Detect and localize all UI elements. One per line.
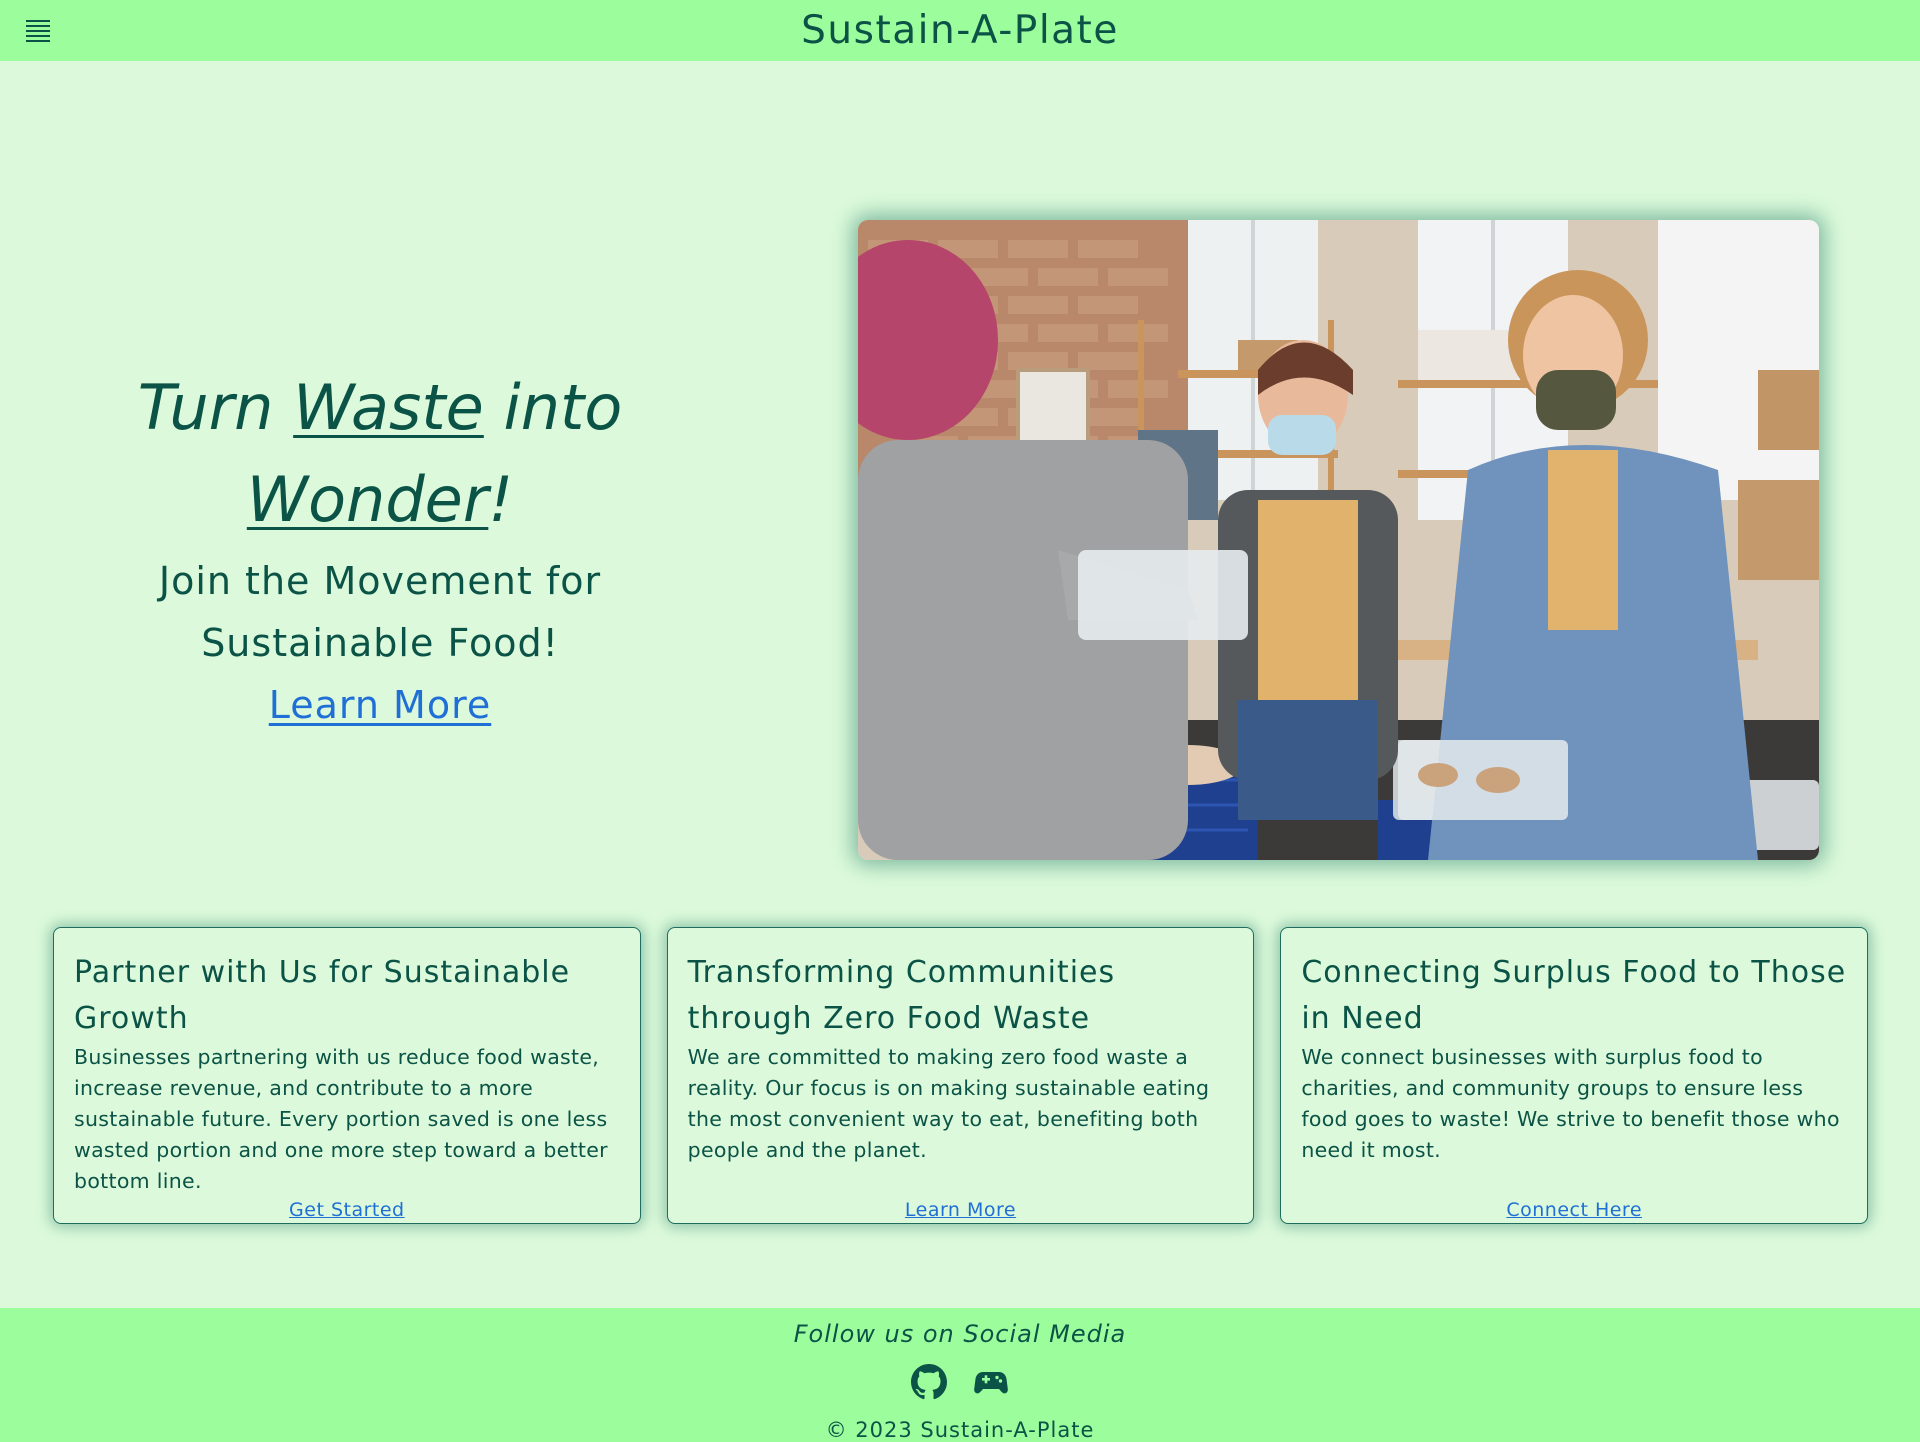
hero-headline: Turn Waste into Wonder! [90, 362, 670, 546]
connect-here-link[interactable]: Connect Here [1281, 1199, 1867, 1221]
hero-text: Turn Waste into Wonder! Join the Movemen… [90, 362, 670, 736]
hero-subheading: Join the Movement for Sustainable Food! [158, 559, 602, 665]
copyright: © 2023 Sustain-A-Plate [825, 1418, 1095, 1442]
get-started-link[interactable]: Get Started [54, 1199, 640, 1221]
footer: Follow us on Social Media © 2023 Sustain… [0, 1308, 1920, 1442]
headline-part-1: Turn [137, 371, 294, 444]
discord-icon[interactable] [972, 1363, 1010, 1401]
card-body: Businesses partnering with us reduce foo… [74, 1045, 608, 1193]
site-title[interactable]: Sustain-A-Plate [801, 8, 1119, 53]
headline-end: ! [488, 463, 514, 536]
headline-part-2: into [483, 371, 623, 444]
card-surplus: Connecting Surplus Food to Those in Need… [1280, 927, 1869, 1224]
card-body: We are committed to making zero food was… [687, 1045, 1210, 1162]
card-communities: Transforming Communities through Zero Fo… [666, 927, 1255, 1224]
card-partner: Partner with Us for Sustainable Growth B… [53, 927, 641, 1224]
feature-cards: Partner with Us for Sustainable Growth B… [53, 927, 1869, 1224]
hero-learn-more-link[interactable]: Learn More [269, 674, 492, 736]
card-title: Connecting Surplus Food to Those in Need [1301, 955, 1847, 1036]
card-title: Partner with Us for Sustainable Growth [74, 955, 571, 1036]
card-body: We connect businesses with surplus food … [1301, 1045, 1840, 1162]
github-icon[interactable] [910, 1363, 948, 1401]
footer-heading: Follow us on Social Media [793, 1320, 1127, 1348]
headline-waste: Waste [293, 371, 484, 444]
top-navbar: Sustain-A-Plate [0, 0, 1920, 61]
hero-image [858, 220, 1819, 860]
headline-wonder: Wonder [246, 463, 489, 536]
learn-more-link[interactable]: Learn More [668, 1199, 1254, 1221]
social-links [0, 1362, 1920, 1402]
menu-icon[interactable] [26, 20, 52, 42]
card-title: Transforming Communities through Zero Fo… [687, 955, 1116, 1036]
